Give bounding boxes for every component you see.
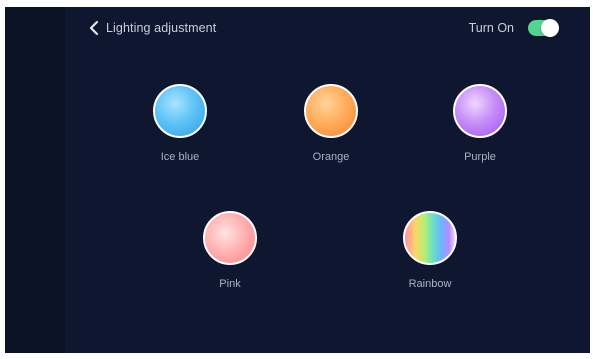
swatch-rainbow[interactable]: Rainbow bbox=[390, 211, 470, 290]
pink-circle bbox=[203, 211, 257, 265]
swatch-ice-blue[interactable]: Ice blue bbox=[140, 84, 220, 163]
purple-circle bbox=[453, 84, 507, 138]
rainbow-circle bbox=[403, 211, 457, 265]
page-title: Lighting adjustment bbox=[106, 21, 217, 35]
ice-blue-circle bbox=[153, 84, 207, 138]
lighting-screen: Lighting adjustment Turn On Ice blue Ora… bbox=[5, 7, 590, 353]
swatch-label: Purple bbox=[464, 151, 496, 163]
swatch-label: Ice blue bbox=[160, 151, 200, 163]
swatch-purple[interactable]: Purple bbox=[440, 84, 520, 163]
back-button[interactable]: Lighting adjustment bbox=[87, 20, 216, 36]
swatch-label: Pink bbox=[219, 278, 241, 290]
chevron-left-icon bbox=[87, 20, 101, 36]
side-panel bbox=[5, 7, 65, 353]
swatch-label: Rainbow bbox=[408, 278, 452, 290]
swatch-label: Orange bbox=[312, 151, 350, 163]
swatch-orange[interactable]: Orange bbox=[291, 84, 371, 163]
toggle-knob bbox=[541, 19, 559, 37]
orange-circle bbox=[304, 84, 358, 138]
header-bar: Lighting adjustment Turn On bbox=[65, 7, 590, 53]
power-toggle[interactable] bbox=[528, 19, 559, 37]
power-control: Turn On bbox=[468, 19, 559, 37]
turn-on-label: Turn On bbox=[468, 21, 514, 35]
swatch-pink[interactable]: Pink bbox=[190, 211, 270, 290]
